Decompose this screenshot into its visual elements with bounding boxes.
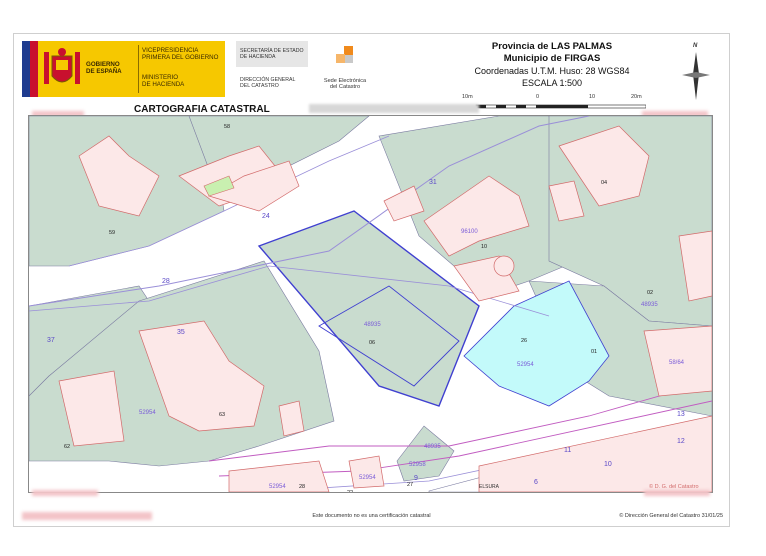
- secretaria-panel: SECRETARÍA DE ESTADO DE HACIENDA: [236, 41, 308, 67]
- gov-line-1: GOBIERNO: [86, 61, 120, 68]
- sede-logo-icon: [336, 46, 353, 63]
- label-block-48935c: 48935: [424, 444, 441, 450]
- label-block-5864: 58/64: [669, 360, 685, 366]
- vice-line-1: VICEPRESIDENCIA: [142, 47, 199, 54]
- label-block-52954b: 52954: [139, 410, 156, 416]
- roundabout-icon: [493, 255, 515, 277]
- label-block-48935b: 48935: [641, 302, 658, 308]
- label-street-6: 6: [534, 479, 538, 486]
- province-title: Provincia de LAS PALMAS: [491, 41, 613, 52]
- label-block-52954c: 52954: [269, 484, 286, 490]
- eu-flag-stripe: [22, 41, 30, 97]
- label-plot-22: 22: [347, 490, 353, 492]
- map-title-block: Provincia de LAS PALMAS Municipio de FIR…: [462, 41, 642, 89]
- label-plot-26: 26: [521, 338, 527, 344]
- label-plot-01: 01: [591, 349, 597, 355]
- label-plot-06: 06: [369, 340, 375, 346]
- sede-line-2: del Catastro: [329, 84, 361, 90]
- label-block-48935: 48935: [364, 322, 381, 328]
- label-street-37: 37: [47, 337, 55, 344]
- label-plot-28: 28: [299, 484, 305, 490]
- government-logo-panel: GOBIERNO DE ESPAÑA VICEPRESIDENCIA PRIME…: [38, 41, 225, 97]
- sec-line-2: DE HACIENDA: [240, 54, 276, 60]
- label-watermark: © D. G. del Catastro: [649, 483, 699, 490]
- label-street-10: 10: [604, 461, 612, 468]
- label-street-31: 31: [429, 179, 437, 186]
- label-plot-59: 59: [109, 230, 115, 236]
- dir-line-2: DEL CATASTRO: [240, 83, 279, 89]
- footer: Este documento no es una certificación c…: [14, 510, 729, 524]
- cartography-title: CARTOGRAFIA CATASTRAL: [134, 104, 270, 115]
- label-block-52958: 52958: [409, 462, 426, 468]
- redacted-reference: [309, 104, 479, 113]
- flag-stripe: [30, 41, 38, 97]
- coat-of-arms-icon: [44, 48, 80, 84]
- north-arrow-icon: [682, 52, 710, 100]
- label-street-9: 9: [414, 475, 418, 482]
- label-block-96100: 96100: [461, 229, 478, 235]
- label-plot-02: 02: [647, 290, 653, 296]
- parcel-small-center: [396, 425, 455, 482]
- logo-divider: [138, 45, 139, 93]
- label-road-name: ELSURA: [479, 484, 500, 490]
- label-plot-62: 62: [64, 444, 70, 450]
- redacted-tag-bottom-right: [644, 490, 710, 496]
- label-street-13: 13: [677, 411, 685, 418]
- label-plot-58: 58: [224, 124, 230, 130]
- label-plot-10: 10: [481, 244, 487, 250]
- label-block-52954d: 52954: [359, 475, 376, 481]
- scale-tick-1: 10m: [462, 94, 473, 100]
- compass-north-label: N: [693, 43, 698, 49]
- label-plot-63: 63: [219, 412, 225, 418]
- coordinates-label: Coordenadas U.T.M. Huso: 28 WGS84: [474, 66, 630, 76]
- cadastral-map[interactable]: 58 59 10 62 06 26 01 02 63 28 27 04 22 4…: [28, 115, 713, 493]
- footer-copyright: © Dirección General del Catastro 31/01/2…: [619, 513, 723, 519]
- redacted-tag-bottom-left: [32, 490, 98, 496]
- scale-bar: [475, 104, 646, 109]
- catastro-sheet: GOBIERNO DE ESPAÑA VICEPRESIDENCIA PRIME…: [13, 33, 730, 527]
- label-plot-27: 27: [407, 482, 413, 488]
- scale-tick-3: 10: [589, 94, 596, 100]
- gov-line-2: DE ESPAÑA: [86, 68, 122, 75]
- label-street-12: 12: [677, 438, 685, 445]
- label-street-28: 28: [162, 278, 170, 285]
- scale-label: ESCALA 1:500: [521, 78, 583, 88]
- map-canvas: 58 59 10 62 06 26 01 02 63 28 27 04 22 4…: [29, 116, 712, 492]
- scale-tick-2: 0: [536, 94, 540, 100]
- label-street-35: 35: [177, 329, 185, 336]
- municipality-title: Municipio de FIRGAS: [503, 53, 601, 64]
- scale-tick-4: 20m: [631, 94, 642, 100]
- label-block-52954: 52954: [517, 362, 534, 368]
- label-street-11: 11: [564, 447, 571, 454]
- label-plot-04: 04: [601, 180, 607, 186]
- label-street-24: 24: [262, 213, 270, 220]
- min-line-2: DE HACIENDA: [142, 81, 185, 88]
- min-line-1: MINISTERIO: [142, 74, 179, 81]
- vice-line-2: PRIMERA DEL GOBIERNO: [142, 54, 219, 61]
